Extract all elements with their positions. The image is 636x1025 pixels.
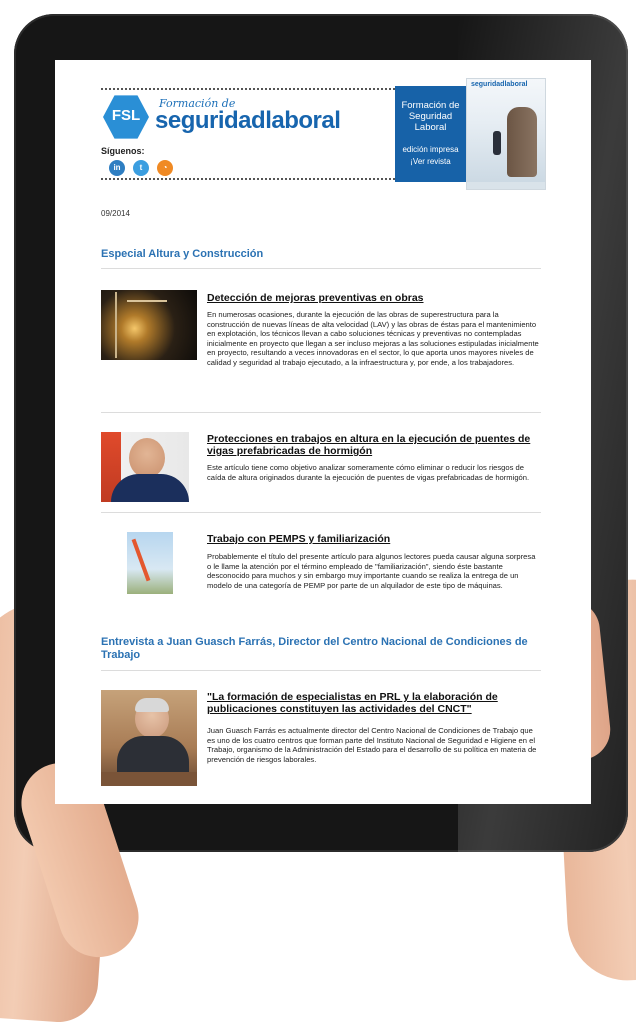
thumbnail-detail [127,300,167,302]
header-top-divider [101,88,431,90]
section-title: Especial Altura y Construcción [101,248,264,260]
promo-title: Formación de Seguridad Laboral [401,100,460,133]
follow-label: Síguenos: [101,146,145,156]
magazine-cover-strip [467,182,545,189]
thumbnail-detail [129,438,165,478]
article-summary: Este artículo tiene como objetivo analiz… [207,463,530,482]
article-summary: En numerosas ocasiones, durante la ejecu… [207,310,539,367]
article-divider [101,412,541,413]
thumbnail-detail [115,292,117,358]
article-summary: Juan Guasch Farrás es actualmente direct… [207,726,537,764]
rss-icon[interactable]: ◔ [157,160,173,176]
magazine-cover-title: seguridadlaboral [471,81,528,88]
logo-badge[interactable]: FSL [103,95,149,139]
view-magazine-link[interactable]: ¡Ver revista [395,157,466,166]
magazine-cover[interactable]: seguridadlaboral [466,78,546,190]
promo-subtitle: edición impresa [402,145,459,154]
magazine-cover-figure [493,131,501,155]
article-title-link[interactable]: Protecciones en trabajos en altura en la… [207,433,537,457]
issue-date: 09/2014 [101,209,130,218]
thumbnail-detail [135,698,169,712]
header-bottom-divider [101,178,431,180]
print-edition-promo[interactable]: Formación de Seguridad Laboral edición i… [395,86,466,182]
article-divider [101,512,541,513]
thumbnail-detail [101,772,197,786]
newsletter-header: FSL Formación de seguridadlaboral Síguen… [55,60,591,195]
linkedin-icon[interactable]: in [109,160,125,176]
logo-wordmark[interactable]: seguridadlaboral [155,107,341,135]
logo-badge-text: FSL [111,107,141,124]
magazine-cover-tree [507,107,537,177]
section-divider [101,670,541,671]
tablet-screen: FSL Formación de seguridadlaboral Síguen… [55,60,591,804]
section-divider [101,268,541,269]
twitter-icon[interactable]: t [133,160,149,176]
article-title-link[interactable]: Trabajo con PEMPS y familiarización [207,533,537,545]
section-title: Entrevista a Juan Guasch Farrás, Directo… [101,636,528,661]
article-summary: Probablemente el título del presente art… [207,552,536,590]
article-title-link[interactable]: "La formación de especialistas en PRL y … [207,691,537,715]
article-title-link[interactable]: Detección de mejoras preventivas en obra… [207,292,537,304]
